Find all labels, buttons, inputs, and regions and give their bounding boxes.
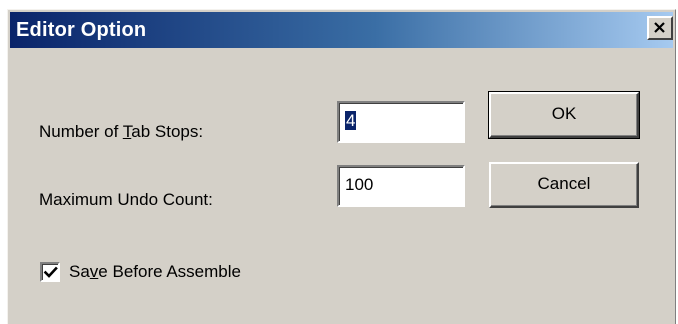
save-before-assemble-checkbox[interactable] [40,262,60,282]
tab-stops-input[interactable]: 4 [337,101,465,143]
ok-button[interactable]: OK [488,91,640,139]
undo-count-input[interactable]: 100 [337,165,465,207]
save-before-assemble-label[interactable]: Save Before Assemble [69,262,241,282]
title-bar[interactable]: Editor Option [10,12,673,48]
checkmark-icon [43,266,58,278]
tab-stops-label: Number of Tab Stops: [39,122,204,141]
close-icon [654,22,665,33]
undo-count-label: Maximum Undo Count: [39,190,213,209]
dialog-title: Editor Option [16,19,147,41]
undo-count-value: 100 [345,175,374,194]
cancel-button[interactable]: Cancel [489,162,639,208]
tab-stops-value: 4 [345,111,357,130]
close-button[interactable] [647,16,673,40]
editor-option-dialog: Editor Option Number of Tab Stops: 4 Max… [7,9,676,324]
